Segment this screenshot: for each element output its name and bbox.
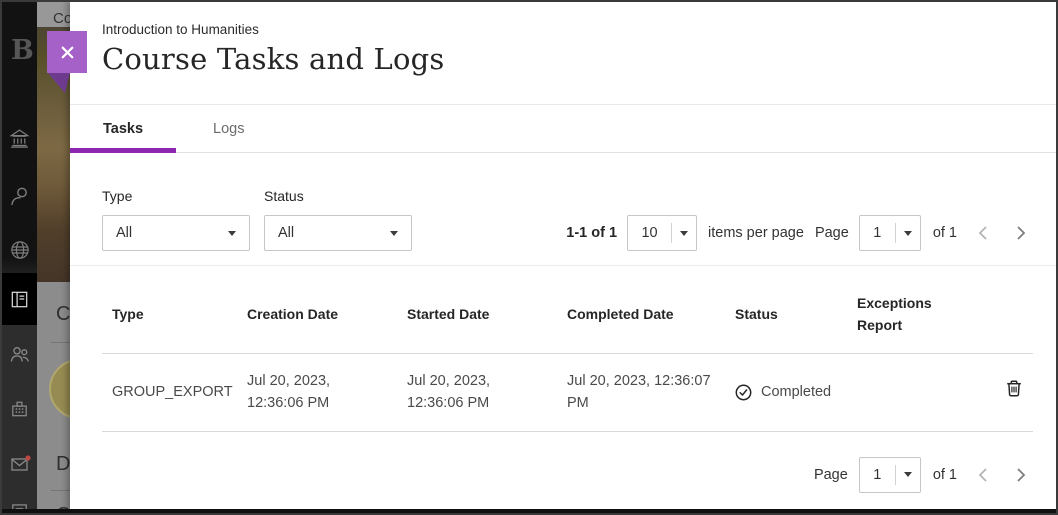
page-total-label: of 1: [933, 225, 957, 241]
organizations-icon[interactable]: [2, 397, 37, 420]
page-size-select[interactable]: 10: [627, 215, 697, 251]
backdrop-header: Co: [37, 2, 70, 27]
page-label: Page: [815, 225, 849, 241]
chevron-right-icon: [1012, 466, 1028, 484]
delete-task-button[interactable]: [1005, 379, 1023, 401]
backdrop-text-d: D: [56, 453, 70, 476]
completed-check-icon: [735, 384, 752, 401]
tab-bar: Tasks Logs: [70, 105, 1056, 153]
table-header-row: Type Creation Date Started Date Complete…: [102, 266, 1033, 354]
active-tab-underline: [70, 148, 176, 153]
chevron-down-icon: [228, 231, 236, 236]
chevron-left-icon: [976, 466, 992, 484]
trash-icon: [1005, 379, 1023, 398]
column-header-creation-date: Creation Date: [247, 306, 407, 322]
page-number-select[interactable]: 1: [859, 215, 921, 251]
course-name: Introduction to Humanities: [102, 22, 1024, 37]
type-filter-group: Type All: [102, 188, 250, 251]
course-tasks-modal: Introduction to Humanities Course Tasks …: [70, 2, 1056, 513]
chevron-down-icon: [390, 231, 398, 236]
result-range: 1-1 of 1: [566, 225, 617, 241]
tab-logs[interactable]: Logs: [213, 121, 244, 137]
type-filter-select[interactable]: All: [102, 215, 250, 251]
status-filter-group: Status All: [264, 188, 412, 251]
app-window: B: [0, 0, 1058, 515]
backdrop-body: C D C: [37, 282, 70, 513]
close-button[interactable]: [47, 31, 87, 73]
status-filter-select[interactable]: All: [264, 215, 412, 251]
close-icon: [58, 43, 77, 62]
column-header-completed-date: Completed Date: [567, 306, 727, 322]
base-nav-sidebar: B: [2, 2, 37, 513]
cell-status: Completed: [727, 381, 852, 403]
top-pagination: 1-1 of 1 10 items per page Page 1 of 1: [566, 215, 1033, 251]
notification-dot: [25, 455, 30, 460]
cell-started-date: Jul 20, 2023, 12:36:06 PM: [407, 370, 567, 415]
page-size-value: 10: [628, 225, 671, 241]
chevron-down-icon: [680, 231, 688, 236]
globe-icon[interactable]: [2, 238, 37, 262]
chevron-right-icon: [1012, 224, 1028, 242]
type-filter-label: Type: [102, 188, 250, 204]
cell-actions: [972, 379, 1033, 405]
page-number-value: 1: [860, 467, 895, 483]
column-header-status: Status: [727, 306, 852, 322]
blackboard-logo[interactable]: B: [11, 35, 34, 66]
page-total-label: of 1: [933, 467, 957, 483]
table-row: GROUP_EXPORT Jul 20, 2023, 12:36:06 PM J…: [102, 354, 1033, 432]
groups-icon[interactable]: [2, 342, 37, 366]
tasks-table: Type Creation Date Started Date Complete…: [102, 266, 1033, 432]
column-header-type: Type: [102, 306, 247, 322]
backdrop-text-c: C: [56, 303, 70, 326]
tab-tasks[interactable]: Tasks: [103, 121, 143, 137]
items-per-page-label: items per page: [708, 225, 804, 241]
previous-page-button[interactable]: [971, 218, 997, 248]
bottom-pagination: Page 1 of 1: [102, 457, 1033, 493]
institution-icon[interactable]: [2, 127, 37, 150]
chevron-down-icon: [904, 231, 912, 236]
tasks-panel: Type All Status All: [70, 188, 1056, 493]
type-filter-value: All: [116, 225, 132, 241]
backdrop-text-top: Co: [53, 10, 70, 27]
previous-page-button-bottom[interactable]: [971, 460, 997, 490]
course-content-icon[interactable]: [2, 288, 37, 311]
window-bottom-edge: [2, 509, 1056, 513]
next-page-button[interactable]: [1007, 218, 1033, 248]
cell-creation-date: Jul 20, 2023, 12:36:06 PM: [247, 370, 407, 415]
chevron-down-icon: [904, 472, 912, 477]
page-title: Course Tasks and Logs: [102, 42, 1024, 76]
page-number-value: 1: [860, 225, 895, 241]
status-filter-label: Status: [264, 188, 412, 204]
page-number-select-bottom[interactable]: 1: [859, 457, 921, 493]
next-page-button-bottom[interactable]: [1007, 460, 1033, 490]
backdrop-divider: [51, 490, 70, 491]
backdrop-divider: [51, 342, 70, 343]
cell-completed-date: Jul 20, 2023, 12:36:07 PM: [567, 370, 727, 415]
modal-header: Introduction to Humanities Course Tasks …: [70, 2, 1056, 105]
page-label: Page: [814, 467, 848, 483]
profile-icon[interactable]: [2, 184, 37, 208]
cell-type: GROUP_EXPORT: [102, 381, 247, 403]
column-header-started-date: Started Date: [407, 306, 567, 322]
status-filter-value: All: [278, 225, 294, 241]
messages-icon[interactable]: [2, 452, 37, 476]
column-header-exceptions-report: Exceptions Report: [852, 292, 962, 337]
status-text: Completed: [761, 381, 831, 403]
chevron-left-icon: [976, 224, 992, 242]
avatar: [49, 359, 70, 419]
